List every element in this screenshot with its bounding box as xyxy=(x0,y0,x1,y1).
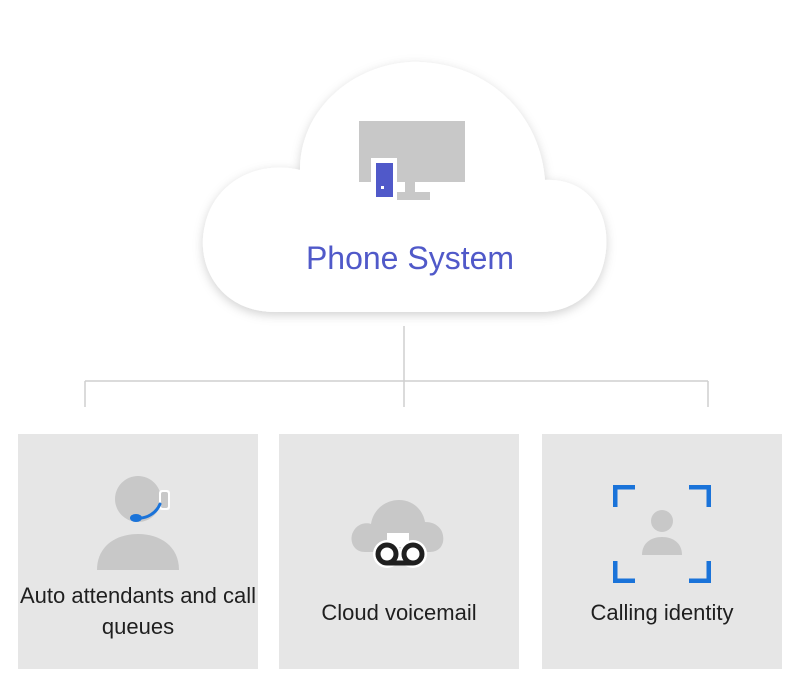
card-calling-identity: Calling identity xyxy=(542,434,782,669)
cloud-voicemail-icon xyxy=(351,500,444,568)
connector-lines xyxy=(84,326,709,407)
headset-agent-icon xyxy=(97,476,179,570)
calling-identity-icon xyxy=(613,485,711,583)
card-cloud-voicemail: Cloud voicemail xyxy=(279,434,519,669)
card-auto-attendants: Auto attendants and call queues xyxy=(18,434,258,669)
card-label: Auto attendants and call queues xyxy=(19,583,257,639)
cloud-title: Phone System xyxy=(305,240,515,276)
card-label: Cloud voicemail xyxy=(321,600,477,625)
card-label: Calling identity xyxy=(590,600,734,625)
